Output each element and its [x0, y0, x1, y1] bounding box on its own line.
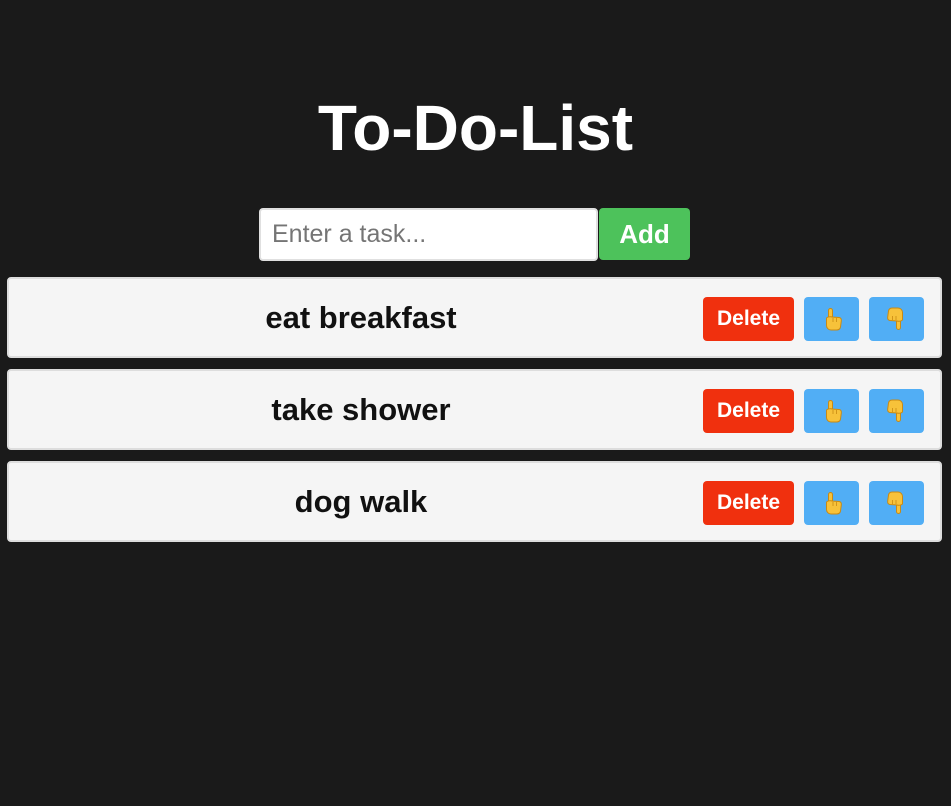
todo-app: To-Do-List Add eat breakfast Delete [0, 0, 951, 806]
task-actions: Delete [703, 481, 924, 525]
task-text: eat breakfast [265, 300, 457, 335]
task-item: take shower Delete [7, 369, 942, 450]
add-button[interactable]: Add [599, 208, 690, 260]
task-item: dog walk Delete [7, 461, 942, 542]
pointing-up-hand-icon [825, 492, 842, 515]
task-text: dog walk [294, 484, 428, 519]
move-down-button[interactable] [869, 481, 924, 525]
task-input[interactable] [259, 208, 598, 261]
pointing-down-hand-icon [886, 307, 903, 330]
task-actions: Delete [703, 389, 924, 433]
move-up-button[interactable] [804, 481, 859, 525]
pointing-up-hand-icon [825, 400, 842, 423]
task-text: take shower [271, 392, 451, 427]
move-up-button[interactable] [804, 297, 859, 341]
task-list: eat breakfast Delete take shower Delete … [7, 277, 942, 553]
new-task-form: Add [259, 208, 690, 261]
delete-button[interactable]: Delete [703, 481, 794, 525]
delete-button[interactable]: Delete [703, 297, 794, 341]
move-up-button[interactable] [804, 389, 859, 433]
task-actions: Delete [703, 297, 924, 341]
pointing-down-hand-icon [886, 399, 903, 422]
page-title: To-Do-List [317, 92, 634, 164]
pointing-down-hand-icon [886, 491, 903, 514]
pointing-up-hand-icon [825, 308, 842, 331]
delete-button[interactable]: Delete [703, 389, 794, 433]
move-down-button[interactable] [869, 297, 924, 341]
move-down-button[interactable] [869, 389, 924, 433]
task-item: eat breakfast Delete [7, 277, 942, 358]
